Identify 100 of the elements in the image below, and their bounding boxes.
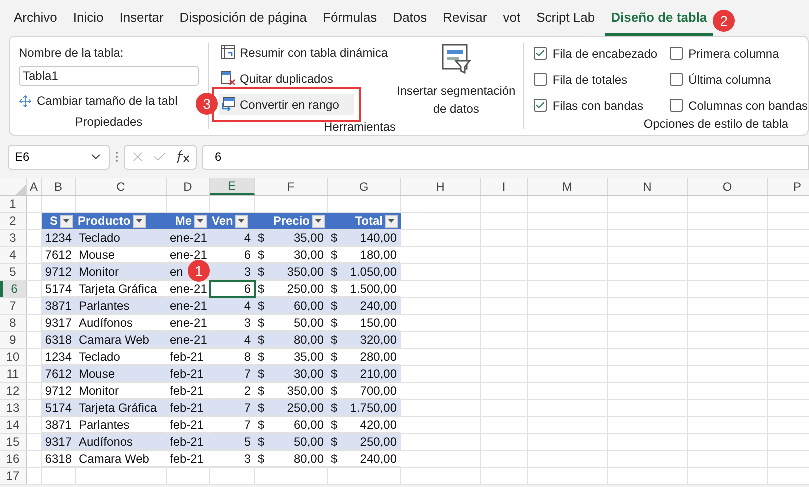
style-option-checkbox[interactable]: Columnas con bandas xyxy=(670,96,808,115)
column-header[interactable]: C xyxy=(76,178,167,195)
button-label: de datos xyxy=(433,101,480,118)
table-cell: 9712 xyxy=(45,383,72,398)
filter-button[interactable] xyxy=(60,214,73,228)
filter-button[interactable] xyxy=(385,214,398,228)
column-header[interactable]: P xyxy=(768,178,809,195)
column-header[interactable]: H xyxy=(401,178,481,195)
filter-button[interactable] xyxy=(312,214,325,228)
table-cell: 240,00 xyxy=(360,298,397,313)
table-cell: Camara Web xyxy=(79,332,150,347)
row-header[interactable]: 2 xyxy=(0,213,27,229)
ribbon-button[interactable]: Quitar duplicados xyxy=(218,68,399,89)
table-cell: ene-21 xyxy=(170,315,208,330)
convert-range-icon xyxy=(220,97,236,112)
filter-button[interactable] xyxy=(194,214,207,228)
column-header[interactable]: I xyxy=(481,178,528,195)
table-cell: 140,00 xyxy=(360,230,397,245)
row-header[interactable]: 9 xyxy=(0,332,27,348)
row-header[interactable]: 16 xyxy=(0,451,27,467)
style-option-checkbox[interactable]: Filas con bandas xyxy=(534,96,658,115)
row-header[interactable]: 14 xyxy=(0,417,27,433)
currency-symbol: $ xyxy=(258,264,265,279)
ribbon-tab[interactable]: Fórmulas xyxy=(317,2,384,36)
row-header[interactable]: 11 xyxy=(0,366,27,382)
row-header[interactable]: 7 xyxy=(0,298,27,314)
ribbon-tab[interactable]: Disposición de página xyxy=(174,2,313,36)
table-cell: 320,00 xyxy=(360,332,397,347)
row-header[interactable]: 12 xyxy=(0,383,27,399)
checkbox[interactable] xyxy=(534,73,547,86)
insert-slicer-button[interactable]: Insertar segmentación de datos xyxy=(396,42,516,118)
function-icon[interactable] xyxy=(174,150,191,164)
resize-table-button[interactable]: Cambiar tamaño de la tabl xyxy=(19,91,178,111)
column-header[interactable]: N xyxy=(608,178,688,195)
formula-field[interactable]: 6 xyxy=(202,144,809,170)
header-text: Precio xyxy=(273,213,310,229)
checkbox[interactable] xyxy=(670,73,683,86)
ribbon-tab[interactable]: Insertar xyxy=(114,2,170,36)
table-cell: 3871 xyxy=(45,298,72,313)
table-cell: Teclado xyxy=(79,349,120,364)
column-header[interactable]: F xyxy=(255,178,328,195)
row-header[interactable]: 17 xyxy=(0,468,27,484)
checkbox[interactable] xyxy=(534,47,547,60)
ribbon-tab[interactable]: Archivo xyxy=(8,2,64,36)
style-option-checkbox[interactable]: Última columna xyxy=(670,70,808,89)
row-header[interactable]: 8 xyxy=(0,315,27,331)
currency-symbol: $ xyxy=(258,332,265,347)
row-header[interactable]: 1 xyxy=(0,196,27,212)
ribbon-tab[interactable]: Inicio xyxy=(67,2,110,36)
group-title: Herramientas xyxy=(324,119,398,136)
column-header[interactable]: A xyxy=(27,178,42,195)
row-header[interactable]: 4 xyxy=(0,247,27,263)
checkbox[interactable] xyxy=(534,99,547,112)
ribbon-tab[interactable]: vot xyxy=(497,2,527,36)
checkbox[interactable] xyxy=(670,99,683,112)
table-name-field[interactable]: Tabla1 xyxy=(19,66,199,86)
row-header[interactable]: 15 xyxy=(0,434,27,450)
ribbon-tab[interactable]: Script Lab xyxy=(530,2,602,36)
row-header[interactable]: 3 xyxy=(0,230,27,246)
ribbon-button[interactable]: Convertir en rango xyxy=(218,94,354,115)
filter-button[interactable] xyxy=(132,214,146,228)
table-cell: 250,00 xyxy=(287,400,324,415)
table-cell: 7 xyxy=(244,417,251,432)
resize-icon xyxy=(19,94,32,108)
table-cell: 3 xyxy=(244,264,251,279)
table-cell: 60,00 xyxy=(294,298,324,313)
table-cell: 210,00 xyxy=(360,366,397,381)
row-header[interactable]: 10 xyxy=(0,349,27,365)
currency-symbol: $ xyxy=(258,230,265,245)
checkbox[interactable] xyxy=(670,47,683,60)
dropdown-icon xyxy=(136,219,143,223)
row-header[interactable]: 13 xyxy=(0,400,27,416)
table-cell: Parlantes xyxy=(79,417,130,432)
table-cell: ene-21 xyxy=(170,332,208,347)
name-box[interactable]: E6 xyxy=(8,144,110,170)
table-cell: 3871 xyxy=(45,417,72,432)
ribbon-tab[interactable]: Revisar xyxy=(437,2,494,36)
currency-symbol: $ xyxy=(258,298,265,313)
filter-button[interactable] xyxy=(235,214,248,228)
table-cell: 6 xyxy=(244,247,251,262)
style-option-checkbox[interactable]: Primera columna xyxy=(670,44,808,63)
column-header[interactable]: O xyxy=(688,178,768,195)
ribbon-button[interactable]: Resumir con tabla dinámica xyxy=(218,42,399,63)
row-header[interactable]: 6 xyxy=(0,281,27,297)
column-header[interactable]: B xyxy=(42,178,76,195)
currency-symbol: $ xyxy=(258,315,265,330)
style-option-checkbox[interactable]: Fila de encabezado xyxy=(534,44,658,63)
table-cell: 700,00 xyxy=(360,383,397,398)
column-header[interactable]: E xyxy=(210,178,255,195)
table-cell: ene-21 xyxy=(170,281,208,296)
ribbon-tab[interactable]: Datos xyxy=(387,2,434,36)
currency-symbol: $ xyxy=(331,332,338,347)
dropdown-icon xyxy=(197,219,204,223)
column-header[interactable]: M xyxy=(528,178,608,195)
row-header[interactable]: 5 xyxy=(0,264,27,280)
currency-symbol: $ xyxy=(258,281,265,296)
style-option-checkbox[interactable]: Fila de totales xyxy=(534,70,658,89)
table-cell: 7 xyxy=(244,366,251,381)
currency-symbol: $ xyxy=(331,315,338,330)
column-header[interactable]: G xyxy=(328,178,401,195)
